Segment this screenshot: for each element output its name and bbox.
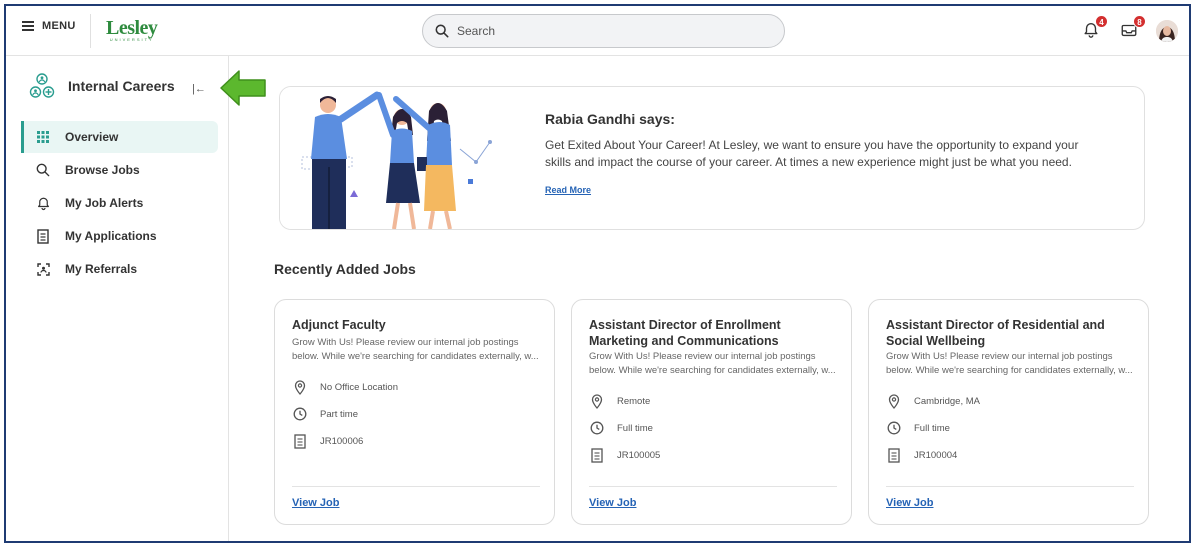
banner-title: Rabia Gandhi says: (545, 111, 675, 127)
search-icon (435, 24, 449, 38)
job-id-text: JR100006 (320, 435, 364, 447)
job-requisition: JR100004 (886, 447, 957, 463)
user-photo-icon (1156, 20, 1178, 42)
job-id-text: JR100005 (617, 449, 661, 461)
document-icon (589, 447, 605, 463)
job-title: Assistant Director of Enrollment Marketi… (589, 318, 781, 348)
sidebar-item-label: Browse Jobs (65, 163, 140, 177)
job-title: Adjunct Faculty (292, 318, 386, 332)
job-time-type: Part time (292, 406, 358, 422)
notifications-badge: 4 (1095, 15, 1108, 28)
lesley-logo[interactable]: Lesley UNIVERSITY (106, 17, 158, 42)
job-card[interactable]: Assistant Director of Residential and So… (868, 299, 1149, 525)
job-location-text: Cambridge, MA (914, 395, 980, 407)
banner-content: Rabia Gandhi says: Get Exited About Your… (545, 111, 1105, 198)
job-title: Assistant Director of Residential and So… (886, 318, 1105, 348)
menu-button[interactable]: MENU (22, 20, 76, 32)
welcome-banner: Rabia Gandhi says: Get Exited About Your… (279, 86, 1145, 230)
location-pin-icon (886, 393, 902, 409)
job-time-type: Full time (886, 420, 950, 436)
menu-label: MENU (42, 20, 76, 32)
job-requisition: JR100006 (292, 433, 363, 449)
notifications-button[interactable]: 4 (1082, 15, 1108, 41)
app-frame: MENU Lesley UNIVERSITY 4 8 (4, 4, 1191, 543)
job-description: Grow With Us! Please review our internal… (886, 350, 1138, 378)
collapse-sidebar-button[interactable]: |← (192, 83, 206, 95)
document-icon (35, 228, 51, 244)
sidebar: Internal Careers |← Overview Browse Jobs (6, 56, 229, 541)
clock-icon (886, 420, 902, 436)
job-description-line: below. While we're searching for candida… (292, 351, 539, 362)
job-description: Grow With Us! Please review our internal… (589, 350, 841, 378)
logo-subtitle: UNIVERSITY (109, 37, 154, 42)
job-card[interactable]: Assistant Director of Enrollment Marketi… (571, 299, 852, 525)
job-id-text: JR100004 (914, 449, 958, 461)
card-divider (292, 486, 540, 487)
clock-icon (589, 420, 605, 436)
banner-message: Get Exited About Your Career! At Lesley,… (545, 138, 1079, 169)
header-divider (90, 14, 91, 48)
job-requisition: JR100005 (589, 447, 660, 463)
search-bar[interactable] (422, 14, 785, 48)
search-input[interactable] (457, 24, 737, 38)
sidebar-header: Internal Careers (28, 72, 175, 100)
sidebar-item-label: My Referrals (65, 262, 138, 276)
document-icon (886, 447, 902, 463)
avatar[interactable] (1156, 20, 1178, 42)
job-description-line: below. While we're searching for candida… (589, 365, 836, 376)
card-divider (886, 486, 1134, 487)
sidebar-item-job-alerts[interactable]: My Job Alerts (21, 187, 218, 219)
job-location: No Office Location (292, 379, 398, 395)
job-location-text: Remote (617, 395, 651, 407)
sidebar-item-referrals[interactable]: My Referrals (21, 253, 218, 285)
sidebar-item-applications[interactable]: My Applications (21, 220, 218, 252)
read-more-link[interactable]: Read More (545, 185, 591, 195)
job-description-line: Grow With Us! Please review our internal… (886, 351, 1113, 362)
referral-icon (35, 261, 51, 277)
clock-icon (292, 406, 308, 422)
people-network-icon (29, 73, 55, 98)
job-card[interactable]: Adjunct Faculty Grow With Us! Please rev… (274, 299, 555, 525)
job-location: Remote (589, 393, 650, 409)
inbox-badge: 8 (1133, 15, 1146, 28)
annotation-arrow-icon (220, 70, 266, 106)
job-time-type: Full time (589, 420, 653, 436)
job-time-text: Full time (617, 422, 653, 434)
sidebar-item-label: Overview (65, 130, 119, 144)
job-description-line: Grow With Us! Please review our internal… (589, 351, 816, 362)
card-divider (589, 486, 837, 487)
sidebar-item-overview[interactable]: Overview (21, 121, 218, 153)
hamburger-icon (22, 21, 34, 31)
sidebar-title: Internal Careers (68, 78, 175, 94)
sidebar-item-browse-jobs[interactable]: Browse Jobs (21, 154, 218, 186)
location-pin-icon (292, 379, 308, 395)
sidebar-item-label: My Applications (65, 229, 157, 243)
job-description-line: below. While we're searching for candida… (886, 365, 1133, 376)
job-time-text: Full time (914, 422, 950, 434)
view-job-link[interactable]: View Job (589, 497, 636, 509)
grid-icon (35, 129, 51, 145)
view-job-link[interactable]: View Job (886, 497, 933, 509)
inbox-button[interactable]: 8 (1120, 15, 1146, 41)
job-description-line: Grow With Us! Please review our internal… (292, 337, 519, 348)
sidebar-nav: Overview Browse Jobs My Job Alerts My Ap… (21, 121, 218, 286)
search-icon (35, 162, 51, 178)
document-icon (292, 433, 308, 449)
sidebar-item-label: My Job Alerts (65, 196, 144, 210)
top-header: MENU Lesley UNIVERSITY 4 8 (6, 6, 1189, 56)
job-location-text: No Office Location (320, 381, 398, 393)
recently-added-jobs-heading: Recently Added Jobs (274, 261, 416, 277)
bell-icon (35, 195, 51, 211)
job-time-text: Part time (320, 408, 359, 420)
teamwork-illustration (280, 87, 525, 229)
view-job-link[interactable]: View Job (292, 497, 339, 509)
job-location: Cambridge, MA (886, 393, 980, 409)
job-description: Grow With Us! Please review our internal… (292, 336, 544, 364)
location-pin-icon (589, 393, 605, 409)
logo-wordmark: Lesley (106, 17, 158, 39)
